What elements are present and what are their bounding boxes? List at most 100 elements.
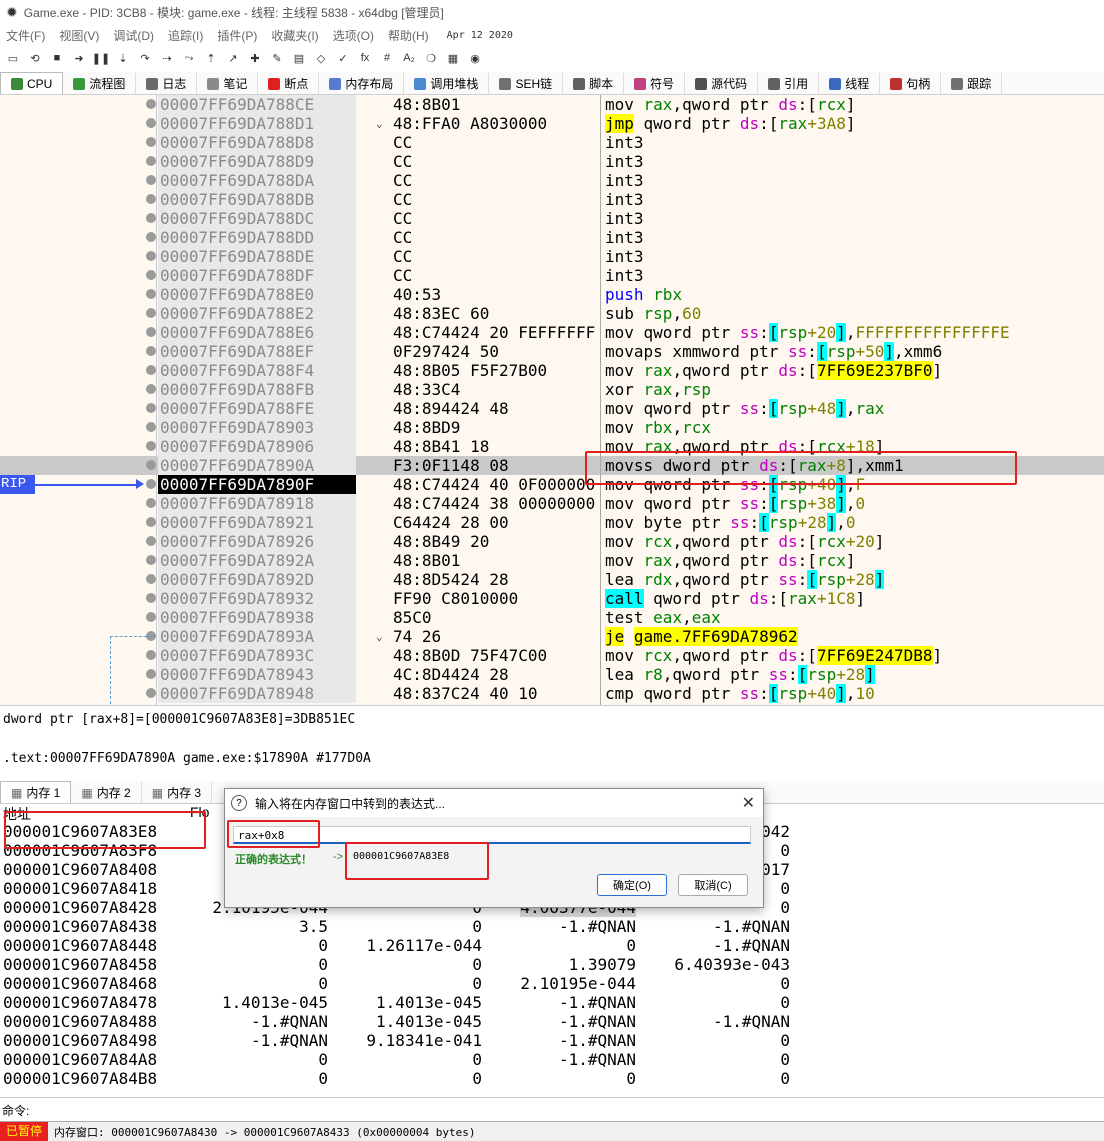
menu-item-6[interactable]: 选项(O) <box>333 27 374 44</box>
tab-4[interactable]: 断点 <box>258 73 320 94</box>
disasm-row[interactable]: 00007FF69DA7893C 48:8B0D 75F47C00 mov rcx,… <box>0 646 1104 665</box>
disasm-row[interactable]: 00007FF69DA788FB 48:33C4 xor rax,rsp <box>0 380 1104 399</box>
disassembly-view[interactable]: 00007FF69DA788CE 48:8B01 mov rax,qword ptr… <box>0 95 1104 705</box>
breakpoint-marker[interactable] <box>146 156 156 166</box>
tab-8[interactable]: 脚本 <box>563 73 625 94</box>
cancel-button[interactable]: 取消(C) <box>678 874 748 896</box>
menu-item-3[interactable]: 追踪(I) <box>168 27 203 44</box>
breakpoint-marker[interactable] <box>146 99 156 109</box>
memory-tab-2[interactable]: ▦ 内存 2 <box>71 782 142 803</box>
patch-icon[interactable]: ✎ <box>268 50 286 66</box>
breakpoint-marker[interactable] <box>146 346 156 356</box>
disasm-row[interactable]: 00007FF69DA788EF 0F297424 50 movaps xmmwor… <box>0 342 1104 361</box>
disasm-row[interactable]: 00007FF69DA788DF CC int3 <box>0 266 1104 285</box>
menu-item-7[interactable]: 帮助(H) <box>388 27 429 44</box>
restart-icon[interactable]: ⟲ <box>26 50 44 66</box>
memory-row[interactable]: 000001C9607A8438 3.5 0 -1.#QNAN -1.#QNAN <box>0 917 1104 936</box>
bookmark-icon[interactable]: ✓ <box>334 50 352 66</box>
disasm-row[interactable]: 00007FF69DA78921 C64424 28 00 mov byte ptr… <box>0 513 1104 532</box>
menu-item-0[interactable]: 文件(F) <box>6 27 45 44</box>
disasm-row[interactable]: 00007FF69DA788E6 48:C74424 20 FEFFFFFF mov… <box>0 323 1104 342</box>
menu-item-5[interactable]: 收藏夹(I) <box>271 27 318 44</box>
disasm-row[interactable]: 00007FF69DA788FE 48:894424 48 mov qword pt… <box>0 399 1104 418</box>
menu-item-1[interactable]: 视图(V) <box>59 27 99 44</box>
close-icon[interactable]: ✕ <box>742 793 755 813</box>
tab-3[interactable]: 笔记 <box>197 73 259 94</box>
disasm-row[interactable]: 00007FF69DA78938 85C0 test eax,eax <box>0 608 1104 627</box>
disasm-row[interactable]: 00007FF69DA788F4 48:8B05 F5F27B00 mov rax,… <box>0 361 1104 380</box>
tab-1[interactable]: 流程图 <box>63 73 137 94</box>
breakpoint-marker[interactable] <box>146 384 156 394</box>
breakpoint-marker[interactable] <box>146 175 156 185</box>
disasm-row[interactable]: 00007FF69DA78932 FF90 C8010000 call qword … <box>0 589 1104 608</box>
menu-item-2[interactable]: 调试(D) <box>113 27 154 44</box>
command-input[interactable] <box>36 1100 1100 1118</box>
disasm-row[interactable]: 00007FF69DA788E0 40:53 push rbx <box>0 285 1104 304</box>
breakpoint-marker[interactable] <box>146 688 156 698</box>
trace-into-icon[interactable]: ⇢ <box>158 50 176 66</box>
disasm-row[interactable]: 00007FF69DA78943 4C:8D4424 28 lea r8,qword… <box>0 665 1104 684</box>
breakpoint-marker[interactable] <box>146 555 156 565</box>
hash-icon[interactable]: # <box>378 50 396 66</box>
breakpoint-marker[interactable] <box>146 460 156 470</box>
breakpoint-marker[interactable] <box>146 593 156 603</box>
disasm-row[interactable]: 00007FF69DA788DE CC int3 <box>0 247 1104 266</box>
breakpoint-marker[interactable] <box>146 536 156 546</box>
breakpoint-marker[interactable] <box>146 479 156 489</box>
disasm-row[interactable]: 00007FF69DA78918 48:C74424 38 00000000 mov… <box>0 494 1104 513</box>
breakpoint-marker[interactable] <box>146 574 156 584</box>
disasm-row[interactable]: 00007FF69DA78926 48:8B49 20 mov rcx,qword … <box>0 532 1104 551</box>
breakpoint-marker[interactable] <box>146 669 156 679</box>
run-icon[interactable]: ➜ <box>70 50 88 66</box>
ok-button[interactable]: 确定(O) <box>597 874 667 896</box>
trace-over-icon[interactable]: ⤳ <box>180 50 198 66</box>
execute-till-return-icon[interactable]: ⇡ <box>202 50 220 66</box>
memory-row[interactable]: 000001C9607A84B8 0 0 0 0 <box>0 1069 1104 1088</box>
memory-tab-1[interactable]: ▦ 内存 1 <box>0 781 72 803</box>
comment-icon[interactable]: ▤ <box>290 50 308 66</box>
label-icon[interactable]: ◇ <box>312 50 330 66</box>
breakpoint-marker[interactable] <box>146 232 156 242</box>
disasm-row[interactable]: 00007FF69DA788DB CC int3 <box>0 190 1104 209</box>
disasm-row[interactable]: 00007FF69DA7893A ⌄ 74 26 je game.7FF69DA789… <box>0 627 1104 646</box>
breakpoint-marker[interactable] <box>146 498 156 508</box>
memory-row[interactable]: 000001C9607A8488 -1.#QNAN 1.4013e-045 -1.#Q… <box>0 1012 1104 1031</box>
breakpoint-marker[interactable] <box>146 137 156 147</box>
calculator-icon[interactable]: ▦ <box>444 50 462 66</box>
memory-row[interactable]: 000001C9607A84A8 0 0 -1.#QNAN 0 <box>0 1050 1104 1069</box>
function-icon[interactable]: fx <box>356 50 374 66</box>
breakpoint-marker[interactable] <box>146 289 156 299</box>
breakpoint-marker[interactable] <box>146 403 156 413</box>
pause-icon[interactable]: ❚❚ <box>92 50 110 66</box>
memory-row[interactable]: 000001C9607A8468 0 0 2.10195e-044 0 <box>0 974 1104 993</box>
disasm-row[interactable]: 00007FF69DA78948 48:837C24 40 10 cmp qword… <box>0 684 1104 703</box>
disasm-row[interactable]: 00007FF69DA7892D 48:8D5424 28 lea rdx,qwor… <box>0 570 1104 589</box>
disasm-row[interactable]: 00007FF69DA7892A 48:8B01 mov rax,qword ptr… <box>0 551 1104 570</box>
disasm-row[interactable]: 00007FF69DA788DA CC int3 <box>0 171 1104 190</box>
run-to-user-code-icon[interactable]: ↗ <box>224 50 242 66</box>
breakpoint-marker[interactable] <box>146 308 156 318</box>
disasm-row[interactable]: 00007FF69DA788D1 ⌄ 48:FFA0 A8030000 jmp qwo… <box>0 114 1104 133</box>
breakpoint-marker[interactable] <box>146 422 156 432</box>
disasm-row[interactable]: 00007FF69DA788DD CC int3 <box>0 228 1104 247</box>
breakpoint-marker[interactable] <box>146 118 156 128</box>
memory-row[interactable]: 000001C9607A8448 0 1.26117e-044 0 -1.#QNAN <box>0 936 1104 955</box>
breakpoint-marker[interactable] <box>146 213 156 223</box>
breakpoint-marker[interactable] <box>146 517 156 527</box>
disasm-row[interactable]: 00007FF69DA788E2 48:83EC 60 sub rsp,60 <box>0 304 1104 323</box>
breakpoint-marker[interactable] <box>146 650 156 660</box>
tab-10[interactable]: 源代码 <box>685 73 759 94</box>
disasm-row[interactable]: 00007FF69DA788DC CC int3 <box>0 209 1104 228</box>
breakpoint-marker[interactable] <box>146 270 156 280</box>
breakpoint-marker[interactable] <box>146 365 156 375</box>
script-icon[interactable]: ❍ <box>422 50 440 66</box>
menu-item-4[interactable]: 插件(P) <box>217 27 257 44</box>
tab-2[interactable]: 日志 <box>136 73 198 94</box>
disasm-row[interactable]: 00007FF69DA78903 48:8BD9 mov rbx,rcx <box>0 418 1104 437</box>
disasm-row[interactable]: 00007FF69DA788D8 CC int3 <box>0 133 1104 152</box>
tab-12[interactable]: 线程 <box>819 73 881 94</box>
breakpoint-marker[interactable] <box>146 251 156 261</box>
stop-icon[interactable]: ■ <box>48 50 66 66</box>
tab-13[interactable]: 句柄 <box>880 73 942 94</box>
memory-row[interactable]: 000001C9607A8478 1.4013e-045 1.4013e-045 -1… <box>0 993 1104 1012</box>
